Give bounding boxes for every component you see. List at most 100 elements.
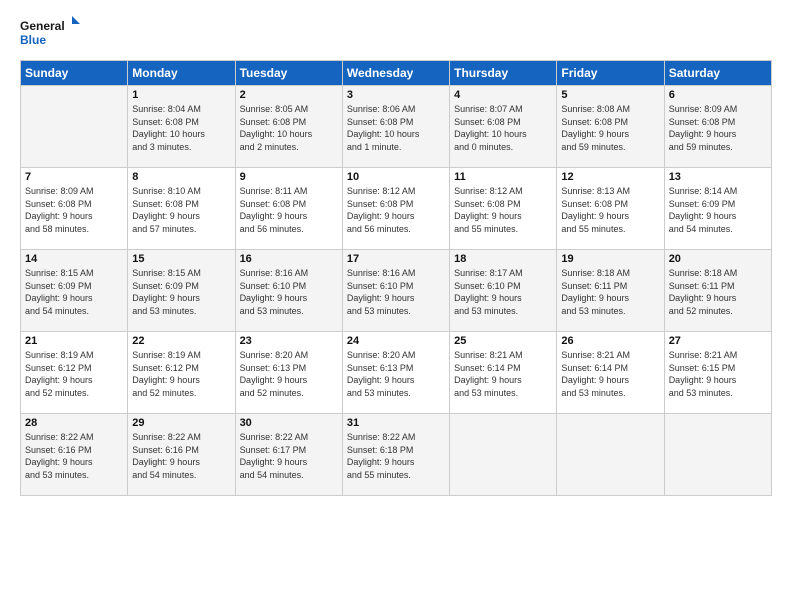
day-info: Sunrise: 8:22 AM Sunset: 6:16 PM Dayligh… bbox=[132, 431, 230, 481]
day-number: 26 bbox=[561, 335, 659, 347]
calendar-cell: 12 Sunrise: 8:13 AM Sunset: 6:08 PM Dayli… bbox=[557, 168, 664, 250]
calendar-cell: 10Sunrise: 8:12 AM Sunset: 6:08 PM Dayli… bbox=[342, 168, 449, 250]
day-number: 21 bbox=[25, 335, 123, 347]
calendar-cell: 30 Sunrise: 8:22 AM Sunset: 6:17 PM Dayli… bbox=[235, 414, 342, 496]
day-info: Sunrise: 8:14 AM Sunset: 6:09 PM Dayligh… bbox=[669, 185, 767, 235]
calendar-cell: 15 Sunrise: 8:15 AM Sunset: 6:09 PM Dayli… bbox=[128, 250, 235, 332]
day-info: Sunrise: 8:04 AM Sunset: 6:08 PM Dayligh… bbox=[132, 103, 230, 153]
calendar-cell: 17 Sunrise: 8:16 AM Sunset: 6:10 PM Dayli… bbox=[342, 250, 449, 332]
day-number: 29 bbox=[132, 417, 230, 429]
day-info: Sunrise: 8:18 AM Sunset: 6:11 PM Dayligh… bbox=[561, 267, 659, 317]
day-info: Sunrise: 8:08 AM Sunset: 6:08 PM Dayligh… bbox=[561, 103, 659, 153]
day-info: Sunrise: 8:12 AM Sunset: 6:08 PM Dayligh… bbox=[454, 185, 552, 235]
calendar-cell bbox=[664, 414, 771, 496]
calendar-cell: 28 Sunrise: 8:22 AM Sunset: 6:16 PM Dayli… bbox=[21, 414, 128, 496]
calendar-cell: 5 Sunrise: 8:08 AM Sunset: 6:08 PM Daylig… bbox=[557, 86, 664, 168]
day-number: 15 bbox=[132, 253, 230, 265]
weekday-header-thursday: Thursday bbox=[450, 61, 557, 86]
header: General Blue bbox=[20, 16, 772, 50]
day-number: 2 bbox=[240, 89, 338, 101]
day-info: Sunrise: 8:19 AM Sunset: 6:12 PM Dayligh… bbox=[132, 349, 230, 399]
day-number: 22 bbox=[132, 335, 230, 347]
day-info: Sunrise: 8:22 AM Sunset: 6:17 PM Dayligh… bbox=[240, 431, 338, 481]
calendar-cell: 23 Sunrise: 8:20 AM Sunset: 6:13 PM Dayli… bbox=[235, 332, 342, 414]
weekday-header-friday: Friday bbox=[557, 61, 664, 86]
day-number: 11 bbox=[454, 171, 552, 183]
day-number: 14 bbox=[25, 253, 123, 265]
day-number: 27 bbox=[669, 335, 767, 347]
calendar-body: 1 Sunrise: 8:04 AM Sunset: 6:08 PM Daylig… bbox=[21, 86, 772, 496]
calendar-cell: 16Sunrise: 8:16 AM Sunset: 6:10 PM Dayli… bbox=[235, 250, 342, 332]
calendar-week-row: 7 Sunrise: 8:09 AM Sunset: 6:08 PM Daylig… bbox=[21, 168, 772, 250]
calendar-cell: 22 Sunrise: 8:19 AM Sunset: 6:12 PM Dayli… bbox=[128, 332, 235, 414]
day-info: Sunrise: 8:10 AM Sunset: 6:08 PM Dayligh… bbox=[132, 185, 230, 235]
day-number: 23 bbox=[240, 335, 338, 347]
day-number: 30 bbox=[240, 417, 338, 429]
calendar-week-row: 1 Sunrise: 8:04 AM Sunset: 6:08 PM Daylig… bbox=[21, 86, 772, 168]
logo: General Blue bbox=[20, 16, 80, 50]
day-info: Sunrise: 8:15 AM Sunset: 6:09 PM Dayligh… bbox=[132, 267, 230, 317]
day-info: Sunrise: 8:22 AM Sunset: 6:16 PM Dayligh… bbox=[25, 431, 123, 481]
day-number: 31 bbox=[347, 417, 445, 429]
calendar-cell: 26 Sunrise: 8:21 AM Sunset: 6:14 PM Dayli… bbox=[557, 332, 664, 414]
calendar-cell: 11 Sunrise: 8:12 AM Sunset: 6:08 PM Dayli… bbox=[450, 168, 557, 250]
day-number: 6 bbox=[669, 89, 767, 101]
calendar-cell: 19 Sunrise: 8:18 AM Sunset: 6:11 PM Dayli… bbox=[557, 250, 664, 332]
calendar-cell: 21 Sunrise: 8:19 AM Sunset: 6:12 PM Dayli… bbox=[21, 332, 128, 414]
calendar-table: SundayMondayTuesdayWednesdayThursdayFrid… bbox=[20, 60, 772, 496]
day-number: 25 bbox=[454, 335, 552, 347]
day-info: Sunrise: 8:21 AM Sunset: 6:14 PM Dayligh… bbox=[454, 349, 552, 399]
day-number: 20 bbox=[669, 253, 767, 265]
svg-text:General: General bbox=[20, 19, 65, 33]
day-info: Sunrise: 8:16 AM Sunset: 6:10 PM Dayligh… bbox=[347, 267, 445, 317]
calendar-cell: 3 Sunrise: 8:06 AM Sunset: 6:08 PM Daylig… bbox=[342, 86, 449, 168]
weekday-header-wednesday: Wednesday bbox=[342, 61, 449, 86]
calendar-cell: 20 Sunrise: 8:18 AM Sunset: 6:11 PM Dayli… bbox=[664, 250, 771, 332]
day-number: 4 bbox=[454, 89, 552, 101]
day-info: Sunrise: 8:21 AM Sunset: 6:15 PM Dayligh… bbox=[669, 349, 767, 399]
day-info: Sunrise: 8:09 AM Sunset: 6:08 PM Dayligh… bbox=[669, 103, 767, 153]
day-number: 12 bbox=[561, 171, 659, 183]
day-number: 13 bbox=[669, 171, 767, 183]
day-number: 19 bbox=[561, 253, 659, 265]
day-info: Sunrise: 8:21 AM Sunset: 6:14 PM Dayligh… bbox=[561, 349, 659, 399]
day-number: 8 bbox=[132, 171, 230, 183]
day-number: 3 bbox=[347, 89, 445, 101]
weekday-header-row: SundayMondayTuesdayWednesdayThursdayFrid… bbox=[21, 61, 772, 86]
calendar-cell: 25 Sunrise: 8:21 AM Sunset: 6:14 PM Dayli… bbox=[450, 332, 557, 414]
day-number: 28 bbox=[25, 417, 123, 429]
calendar-cell: 27 Sunrise: 8:21 AM Sunset: 6:15 PM Dayli… bbox=[664, 332, 771, 414]
calendar-cell: 14 Sunrise: 8:15 AM Sunset: 6:09 PM Dayli… bbox=[21, 250, 128, 332]
day-info: Sunrise: 8:11 AM Sunset: 6:08 PM Dayligh… bbox=[240, 185, 338, 235]
calendar-cell: 1 Sunrise: 8:04 AM Sunset: 6:08 PM Daylig… bbox=[128, 86, 235, 168]
calendar-cell bbox=[21, 86, 128, 168]
calendar-cell: 13 Sunrise: 8:14 AM Sunset: 6:09 PM Dayli… bbox=[664, 168, 771, 250]
day-info: Sunrise: 8:20 AM Sunset: 6:13 PM Dayligh… bbox=[240, 349, 338, 399]
day-info: Sunrise: 8:15 AM Sunset: 6:09 PM Dayligh… bbox=[25, 267, 123, 317]
day-number: 18 bbox=[454, 253, 552, 265]
day-info: Sunrise: 8:19 AM Sunset: 6:12 PM Dayligh… bbox=[25, 349, 123, 399]
day-number: 9 bbox=[240, 171, 338, 183]
day-info: Sunrise: 8:17 AM Sunset: 6:10 PM Dayligh… bbox=[454, 267, 552, 317]
day-info: Sunrise: 8:05 AM Sunset: 6:08 PM Dayligh… bbox=[240, 103, 338, 153]
calendar-cell: 2 Sunrise: 8:05 AM Sunset: 6:08 PM Daylig… bbox=[235, 86, 342, 168]
day-number: 5 bbox=[561, 89, 659, 101]
day-info: Sunrise: 8:18 AM Sunset: 6:11 PM Dayligh… bbox=[669, 267, 767, 317]
calendar-cell: 9 Sunrise: 8:11 AM Sunset: 6:08 PM Daylig… bbox=[235, 168, 342, 250]
calendar-cell: 24Sunrise: 8:20 AM Sunset: 6:13 PM Dayli… bbox=[342, 332, 449, 414]
day-info: Sunrise: 8:12 AM Sunset: 6:08 PM Dayligh… bbox=[347, 185, 445, 235]
day-info: Sunrise: 8:09 AM Sunset: 6:08 PM Dayligh… bbox=[25, 185, 123, 235]
calendar-cell: 29 Sunrise: 8:22 AM Sunset: 6:16 PM Dayli… bbox=[128, 414, 235, 496]
day-info: Sunrise: 8:20 AM Sunset: 6:13 PM Dayligh… bbox=[347, 349, 445, 399]
day-info: Sunrise: 8:13 AM Sunset: 6:08 PM Dayligh… bbox=[561, 185, 659, 235]
day-info: Sunrise: 8:06 AM Sunset: 6:08 PM Dayligh… bbox=[347, 103, 445, 153]
calendar-cell: 18 Sunrise: 8:17 AM Sunset: 6:10 PM Dayli… bbox=[450, 250, 557, 332]
day-number: 7 bbox=[25, 171, 123, 183]
calendar-cell: 8 Sunrise: 8:10 AM Sunset: 6:08 PM Daylig… bbox=[128, 168, 235, 250]
day-number: 1 bbox=[132, 89, 230, 101]
calendar-cell: 7 Sunrise: 8:09 AM Sunset: 6:08 PM Daylig… bbox=[21, 168, 128, 250]
calendar-week-row: 21 Sunrise: 8:19 AM Sunset: 6:12 PM Dayli… bbox=[21, 332, 772, 414]
day-number: 17 bbox=[347, 253, 445, 265]
calendar-cell: 31Sunrise: 8:22 AM Sunset: 6:18 PM Dayli… bbox=[342, 414, 449, 496]
calendar-week-row: 14 Sunrise: 8:15 AM Sunset: 6:09 PM Dayli… bbox=[21, 250, 772, 332]
